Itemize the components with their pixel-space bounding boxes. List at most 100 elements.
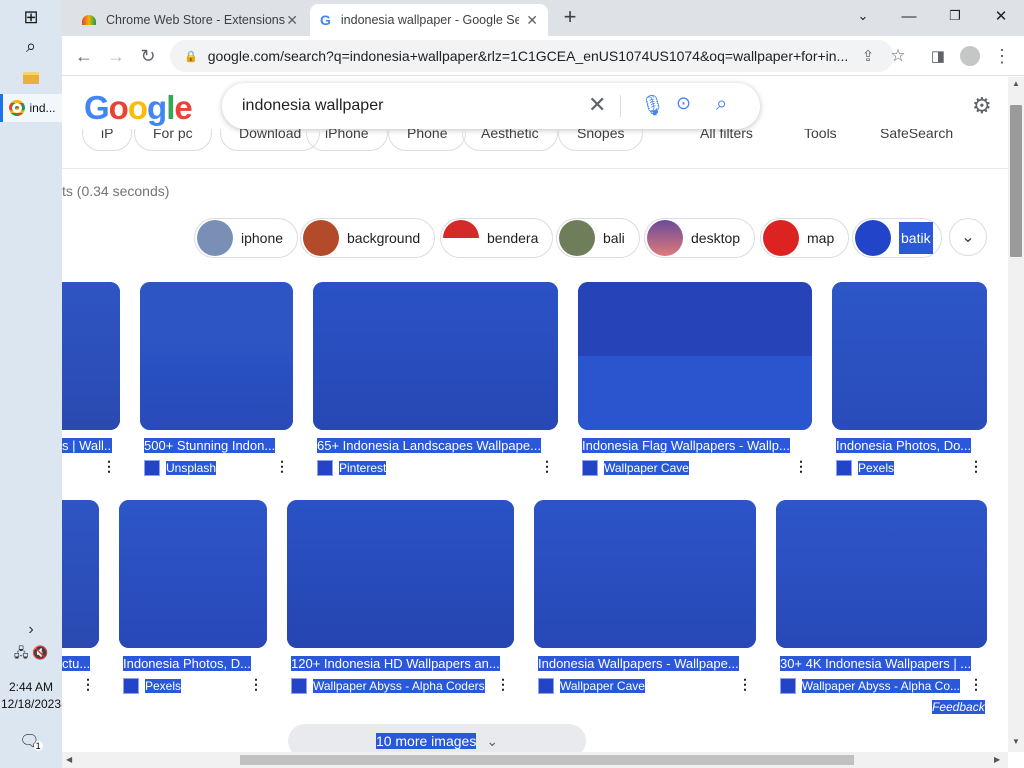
bookmark-star-icon[interactable]: ☆ [884,42,912,70]
result-source[interactable]: Wallpaper Abyss - Alpha Coders [291,678,485,694]
result-source[interactable]: Pexels [836,460,895,476]
taskbar-time[interactable]: 2:44 AM [0,680,62,694]
notification-icon[interactable]: 🗨 1 [0,730,62,752]
feedback-link[interactable]: Feedback [932,700,985,714]
vertical-scrollbar[interactable]: ▲ ▼ [1008,77,1024,752]
result-title[interactable]: Indonesia Photos, Do... [836,438,984,453]
scroll-left-arrow[interactable]: ◀ [66,755,72,764]
search-icon[interactable]: ⌕ [716,93,727,116]
more-options-icon[interactable]: ⋮ [969,676,983,693]
back-button[interactable]: ← [70,42,98,70]
filter-chip[interactable]: For pc [134,129,212,151]
more-options-icon[interactable]: ⋮ [496,676,510,693]
search-box[interactable]: indonesia wallpaper ✕ 🎙 ⊙ ⌕ [222,83,760,129]
scrollbar-thumb[interactable] [1010,105,1022,257]
all-filters-button[interactable]: All filters [682,129,771,151]
image-result[interactable] [140,282,293,430]
result-title[interactable]: 500+ Stunning Indon... [144,438,289,453]
taskbar-item-chrome[interactable]: ind... [0,94,62,122]
restore-button[interactable]: ❐ [932,0,978,32]
chip-map[interactable]: map [760,218,850,258]
safesearch-button[interactable]: SafeSearch [862,129,971,151]
scroll-up-arrow[interactable]: ▲ [1012,79,1020,88]
filter-chip[interactable]: iP [82,129,133,151]
minimize-button[interactable]: — [886,0,932,32]
more-options-icon[interactable]: ⋮ [794,458,808,475]
tab-chrome-web-store[interactable]: Chrome Web Store - Extensions ✕ [72,4,308,36]
result-title[interactable]: ctu... [62,656,94,671]
tab-google-search[interactable]: G indonesia wallpaper - Google Se ✕ [310,4,548,36]
windows-start-icon[interactable]: ⊞ [0,6,62,28]
network-volume-icons[interactable]: 🖧 🔇 [0,645,62,664]
chip-batik[interactable]: batik [852,218,942,258]
result-title[interactable]: Indonesia Photos, D... [123,656,263,671]
tab-search-chevron-icon[interactable]: ⌄ [840,0,886,32]
more-options-icon[interactable]: ⋮ [738,676,752,693]
more-options-icon[interactable]: ⋮ [540,458,554,475]
file-explorer-icon[interactable] [0,66,62,90]
image-result[interactable] [287,500,514,648]
gear-icon[interactable]: ⚙ [972,93,992,119]
image-result[interactable] [62,282,120,430]
result-title[interactable]: Indonesia Wallpapers - Wallpape... [538,656,754,671]
chip-background[interactable]: background [300,218,436,258]
image-result[interactable] [534,500,756,648]
chevron-right-icon[interactable]: › [0,620,62,640]
result-source[interactable]: Wallpaper Abyss - Alpha Co... [780,678,960,694]
chip-iphone[interactable]: iphone [194,218,299,258]
filter-chip[interactable]: Snopes [558,129,644,151]
filter-chip[interactable]: iPhone [306,129,388,151]
chip-bendera[interactable]: bendera [440,218,554,258]
search-query[interactable]: indonesia wallpaper [242,97,383,115]
image-result[interactable] [119,500,267,648]
image-result[interactable] [832,282,987,430]
more-options-icon[interactable]: ⋮ [275,458,289,475]
more-options-icon[interactable]: ⋮ [102,458,116,475]
result-source[interactable]: Wallpaper Cave [538,678,645,694]
image-result[interactable] [62,500,99,648]
result-source[interactable]: Pinterest [317,460,387,476]
horizontal-scrollbar[interactable]: ◀ ▶ [62,752,1008,768]
more-options-icon[interactable]: ⋮ [969,458,983,475]
google-logo[interactable]: Google [84,89,193,127]
result-source[interactable]: Wallpaper Cave [582,460,689,476]
close-tab-icon[interactable]: ✕ [526,12,538,29]
result-title[interactable]: 65+ Indonesia Landscapes Wallpape... [317,438,557,453]
result-title[interactable]: s | Wall... [62,438,112,453]
side-panel-icon[interactable]: ◨ [924,42,952,70]
lens-camera-icon[interactable]: ⊙ [676,93,691,114]
more-options-icon[interactable]: ⋮ [81,676,95,693]
result-source[interactable]: Pexels [123,678,182,694]
taskbar-date[interactable]: 12/18/2023 [0,697,62,711]
filter-chip[interactable]: Aesthetic [462,129,558,151]
profile-avatar[interactable] [956,42,984,70]
image-result[interactable] [776,500,987,648]
clear-search-icon[interactable]: ✕ [588,92,606,118]
reload-button[interactable]: ↻ [134,42,162,70]
new-tab-button[interactable]: + [556,3,584,31]
result-title[interactable]: Indonesia Flag Wallpapers - Wallp... [582,438,810,453]
image-result[interactable] [578,282,812,430]
search-icon[interactable]: ⌕ [0,34,62,58]
more-options-icon[interactable]: ⋮ [249,676,263,693]
scrollbar-thumb[interactable] [240,755,854,765]
result-title[interactable]: 30+ 4K Indonesia Wallpapers | ... [780,656,986,671]
chevron-down-icon[interactable]: ⌄ [949,218,987,256]
close-tab-icon[interactable]: ✕ [286,12,298,29]
forward-button[interactable]: → [102,42,130,70]
chip-desktop[interactable]: desktop [644,218,756,258]
menu-kebab-icon[interactable]: ⋮ [988,42,1016,70]
more-images-button[interactable]: 10 more images ⌄ [288,724,586,752]
result-title[interactable]: 120+ Indonesia HD Wallpapers an... [291,656,513,671]
microphone-icon[interactable]: 🎙 [640,93,665,118]
chip-bali[interactable]: bali [556,218,640,258]
address-bar[interactable]: 🔒 google.com/search?q=indonesia+wallpape… [170,40,894,72]
scroll-right-arrow[interactable]: ▶ [994,755,1000,764]
result-source[interactable]: Unsplash [144,460,217,476]
filter-chip[interactable]: Phone [388,129,467,151]
tools-button[interactable]: Tools [786,129,855,151]
image-result[interactable] [313,282,558,430]
scroll-down-arrow[interactable]: ▼ [1012,737,1020,746]
close-window-button[interactable]: ✕ [978,0,1024,32]
share-icon[interactable]: ⇪ [854,42,882,70]
